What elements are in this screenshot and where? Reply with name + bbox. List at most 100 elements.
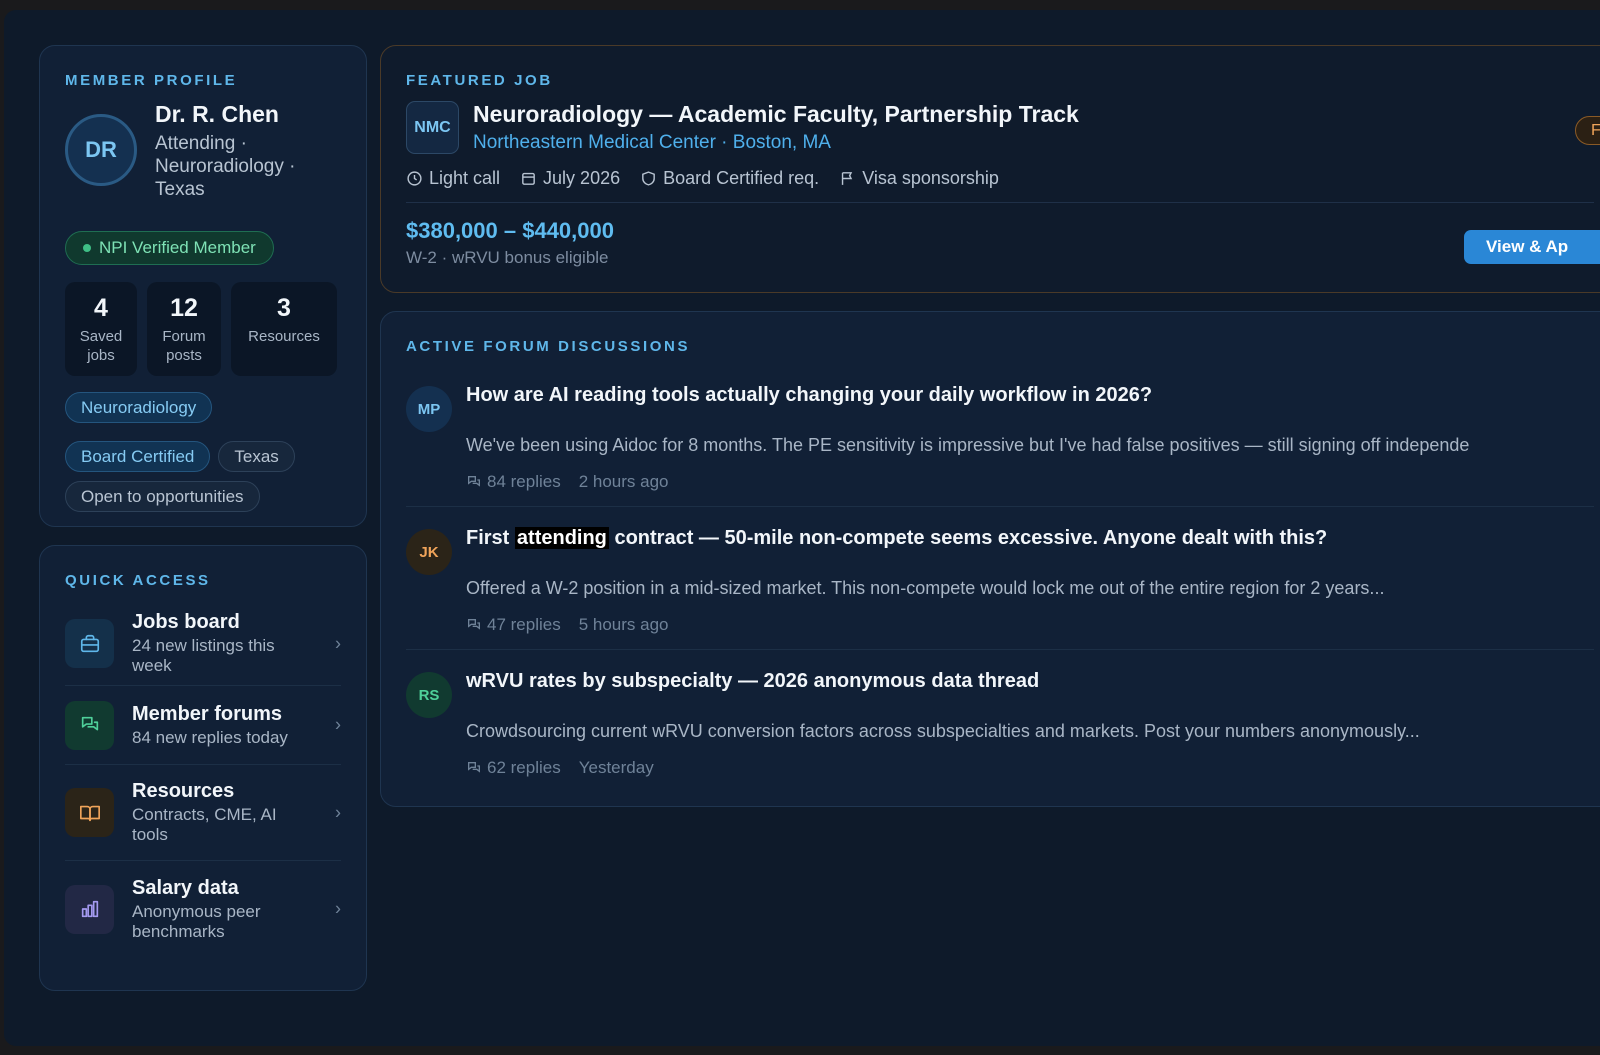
thread-excerpt: Offered a W-2 position in a mid-sized ma…	[466, 578, 1385, 598]
section-label-forum: ACTIVE FORUM DISCUSSIONS	[406, 338, 691, 355]
thread-replies: 84 replies	[466, 472, 561, 492]
job-meta-start: July 2026	[520, 168, 620, 189]
quick-access-subtitle: 24 new listings this week	[132, 636, 275, 675]
profile-stats: 4 Saved jobs 12 Forum posts 3 Resources	[65, 282, 341, 376]
tag-board-certified: Board Certified	[65, 441, 211, 472]
divider	[406, 202, 1594, 203]
profile-name: Dr. R. Chen	[155, 101, 279, 127]
thread-excerpt: Crowdsourcing current wRVU conversion fa…	[466, 721, 1420, 741]
book-icon	[65, 788, 114, 837]
avatar: JK	[406, 529, 452, 575]
chevron-right-icon: ›	[335, 633, 341, 653]
clock-icon	[407, 171, 422, 186]
highlighted-word: attending	[514, 527, 609, 549]
thread-title[interactable]: How are AI reading tools actually changi…	[466, 384, 1469, 407]
tag-texas: Texas	[218, 441, 295, 472]
member-profile-card: MEMBER PROFILE DR Dr. R. Chen Attending …	[39, 45, 367, 527]
reply-count: 62 replies	[487, 758, 561, 777]
chevron-right-icon: ›	[335, 714, 341, 735]
reply-count: 84 replies	[487, 472, 561, 491]
quick-access-title: Resources	[132, 780, 235, 802]
job-meta-label: Light call	[429, 168, 501, 188]
quick-access-title: Member forums	[132, 702, 283, 725]
quick-access-member-forums[interactable]: Member forums 84 new replies today ›	[65, 686, 341, 765]
chat-icon	[468, 619, 480, 630]
thread-replies: 62 replies	[466, 758, 561, 778]
stat-value: 4	[94, 294, 108, 322]
featured-badge: Feat	[1574, 116, 1600, 145]
job-salary-note: W-2 · wRVU bonus eligible	[406, 248, 609, 267]
job-employer-link[interactable]: Northeastern Medical Center · Boston, MA	[473, 132, 1079, 154]
divider	[406, 649, 1594, 650]
thread-time: Yesterday	[578, 758, 654, 777]
job-meta-certification: Board Certified req.	[640, 168, 819, 189]
shield-icon	[642, 171, 655, 186]
flag-icon	[842, 172, 853, 185]
verified-label: NPI Verified Member	[99, 238, 256, 257]
quick-access-subtitle: 84 new replies today	[132, 727, 288, 747]
chevron-right-icon: ›	[335, 802, 341, 822]
avatar: DR	[65, 114, 137, 186]
job-meta-call: Light call	[406, 168, 500, 189]
avatar: MP	[406, 386, 452, 432]
job-salary: $380,000 – $440,000	[406, 218, 614, 243]
npi-verified-badge: NPI Verified Member	[65, 231, 274, 265]
featured-job-card: FEATURED JOB NMC Neuroradiology — Academ…	[380, 45, 1600, 293]
thread-time: 2 hours ago	[578, 472, 669, 491]
job-meta-visa: Visa sponsorship	[839, 168, 999, 189]
view-and-apply-button[interactable]: View & Ap	[1464, 230, 1600, 264]
quick-access-jobs-board[interactable]: Jobs board 24 new listings this week ›	[65, 602, 341, 686]
quick-access-subtitle: Contracts, CME, AI tools	[132, 805, 277, 844]
section-label-member-profile: MEMBER PROFILE	[65, 72, 238, 89]
chat-icon	[468, 762, 480, 773]
section-label-featured-job: FEATURED JOB	[406, 72, 553, 89]
quick-access-title: Jobs board	[132, 611, 240, 633]
forum-thread[interactable]: MP How are AI reading tools actually cha…	[406, 384, 1594, 506]
job-meta-label: Visa sponsorship	[862, 168, 999, 188]
divider	[406, 506, 1594, 507]
quick-access-resources[interactable]: Resources Contracts, CME, AI tools ›	[65, 765, 341, 861]
quick-access-subtitle: Anonymous peer benchmarks	[132, 901, 261, 941]
calendar-icon	[522, 172, 535, 185]
quick-access-title: Salary data	[132, 876, 239, 899]
tag-open-to-opportunities: Open to opportunities	[65, 481, 260, 512]
stat-label: Forum posts	[162, 328, 206, 364]
thread-title-part: First	[466, 527, 515, 549]
thread-time: 5 hours ago	[578, 615, 669, 634]
stat-label: Saved jobs	[79, 328, 123, 364]
stat-forum-posts[interactable]: 12 Forum posts	[147, 282, 221, 376]
thread-excerpt: We've been using Aidoc for 8 months. The…	[466, 435, 1470, 455]
thread-title-part: contract — 50-mile non-compete seems exc…	[608, 527, 1328, 549]
app-frame: MEMBER PROFILE DR Dr. R. Chen Attending …	[4, 10, 1600, 1046]
stat-saved-jobs[interactable]: 4 Saved jobs	[65, 282, 137, 376]
profile-role: Attending · Neuroradiology · Texas	[155, 133, 296, 200]
job-meta-label: July 2026	[543, 168, 621, 188]
forum-thread[interactable]: RS wRVU rates by subspecialty — 2026 ano…	[406, 670, 1594, 780]
job-meta-label: Board Certified req.	[663, 168, 820, 188]
briefcase-icon	[65, 619, 114, 668]
job-title[interactable]: Neuroradiology — Academic Faculty, Partn…	[473, 101, 1079, 128]
quick-access-salary-data[interactable]: Salary data Anonymous peer benchmarks ›	[65, 861, 341, 957]
chevron-right-icon: ›	[335, 898, 341, 919]
section-label-quick-access: QUICK ACCESS	[65, 572, 211, 589]
chat-icon	[468, 476, 480, 487]
bar-chart-icon	[65, 884, 114, 934]
chat-icon	[65, 700, 114, 750]
thread-replies: 47 replies	[466, 615, 561, 635]
avatar: RS	[406, 672, 452, 718]
employer-logo: NMC	[406, 101, 459, 154]
quick-access-card: QUICK ACCESS Jobs board 24 new listings …	[39, 545, 367, 991]
tag-neuroradiology: Neuroradiology	[65, 392, 213, 423]
stat-value: 3	[277, 294, 291, 322]
stat-label: Resources	[248, 328, 320, 345]
reply-count: 47 replies	[487, 615, 561, 634]
job-meta: Light call July 2026 Board Certified req…	[406, 168, 1594, 189]
forum-thread[interactable]: JK First attending contract — 50-mile no…	[406, 527, 1594, 649]
stat-value: 12	[170, 294, 198, 322]
forum-discussions-card: ACTIVE FORUM DISCUSSIONS MP How are AI r…	[380, 311, 1600, 807]
thread-title[interactable]: wRVU rates by subspecialty — 2026 anonym…	[466, 670, 1420, 693]
profile-tags: Neuroradiology Board Certified Texas Ope…	[65, 392, 355, 512]
thread-title[interactable]: First attending contract — 50-mile non-c…	[466, 527, 1384, 550]
status-dot-icon	[83, 244, 91, 252]
stat-resources[interactable]: 3 Resources	[231, 282, 337, 376]
